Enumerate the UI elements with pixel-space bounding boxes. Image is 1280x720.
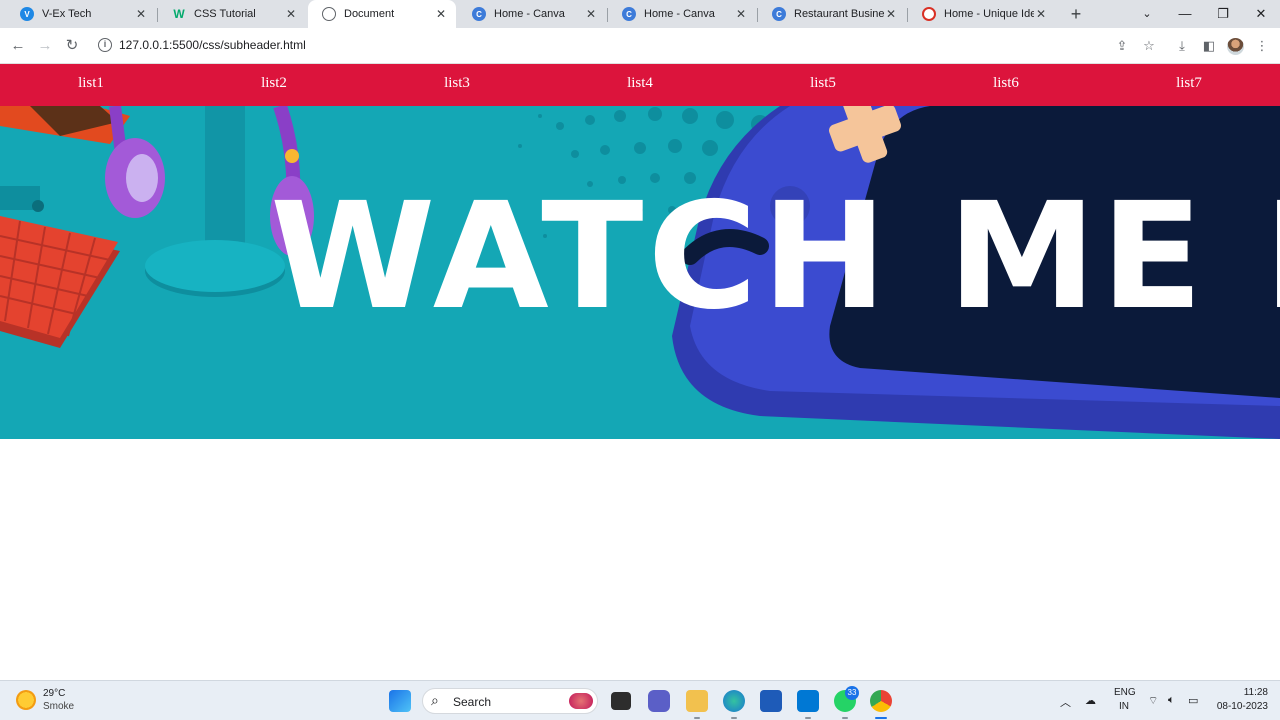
aadhaar-icon	[922, 7, 936, 21]
running-indicator	[731, 717, 737, 719]
nav-item-list1[interactable]: list1	[41, 75, 141, 92]
close-icon[interactable]: ✕	[584, 7, 598, 21]
tab-title: CSS Tutorial	[194, 8, 256, 20]
stand-illustration	[205, 106, 245, 256]
file-explorer-icon[interactable]	[686, 690, 708, 712]
chat-icon[interactable]	[648, 690, 670, 712]
keyboard-illustration	[0, 216, 120, 348]
windows-taskbar: 29°C Smoke ⌕ Search 33 ︿ ☁ ENG IN ⌔ 🔈︎ ▭…	[0, 680, 1280, 720]
cable-plug	[32, 200, 44, 212]
vex-icon: V	[20, 7, 34, 21]
tab-unique-identification[interactable]: Home - Unique Ident ✕	[908, 0, 1056, 28]
weather-description[interactable]: Smoke	[43, 701, 74, 712]
search-label: Search	[453, 695, 492, 709]
task-view-icon[interactable]	[611, 692, 631, 710]
close-icon[interactable]: ✕	[884, 7, 898, 21]
tab-title: Document	[344, 8, 395, 20]
weather-sun-icon[interactable]	[16, 690, 36, 710]
share-icon[interactable]: ⇪	[1112, 36, 1132, 56]
volume-icon[interactable]: 🔈︎	[1168, 694, 1175, 707]
back-arrow-icon[interactable]: ←	[8, 36, 28, 56]
nav-item-list7[interactable]: list7	[1139, 75, 1239, 92]
banner-title: WATCH ME LIVE	[270, 171, 1280, 343]
tab-title: Home - Canva	[644, 8, 715, 20]
language-primary[interactable]: ENG	[1114, 687, 1136, 698]
browser-toolbar: ← → ↻ i 127.0.0.1:5500/css/subheader.htm…	[0, 28, 1280, 64]
canva-icon: C	[772, 7, 786, 21]
edge-icon[interactable]	[723, 690, 745, 712]
site-info-icon[interactable]: i	[98, 38, 112, 52]
wifi-icon[interactable]: ⌔	[1148, 694, 1158, 708]
nav-item-list5[interactable]: list5	[773, 75, 873, 92]
globe-icon	[322, 7, 336, 21]
maximize-icon[interactable]: ❐	[1204, 0, 1242, 28]
tab-restaurant-business[interactable]: C Restaurant Business F ✕	[758, 0, 906, 28]
minimize-icon[interactable]: —	[1166, 0, 1204, 28]
tab-vex-tech[interactable]: V V-Ex Tech ✕	[6, 0, 156, 28]
close-window-icon[interactable]: ✕	[1242, 0, 1280, 28]
tab-search-chevron-icon[interactable]: ⌄	[1128, 0, 1166, 28]
subheader-nav: list1 list2 list3 list4 list5 list6 list…	[0, 64, 1280, 106]
close-icon[interactable]: ✕	[734, 7, 748, 21]
browser-tab-strip: V V-Ex Tech ✕ W CSS Tutorial ✕ Document …	[0, 0, 1280, 28]
running-indicator	[694, 717, 700, 719]
store-icon[interactable]	[760, 690, 782, 712]
close-icon[interactable]: ✕	[434, 7, 448, 21]
running-indicator	[805, 717, 811, 719]
page-viewport: list1 list2 list3 list4 list5 list6 list…	[0, 64, 1280, 680]
close-icon[interactable]: ✕	[284, 7, 298, 21]
bookmark-star-icon[interactable]: ☆	[1139, 36, 1159, 56]
taskbar-search[interactable]: ⌕ Search	[422, 688, 598, 714]
w3schools-icon: W	[173, 7, 185, 21]
vscode-icon[interactable]	[797, 690, 819, 712]
tab-title: Home - Canva	[494, 8, 565, 20]
menu-kebab-icon[interactable]: ⋮	[1252, 36, 1272, 56]
clock-date[interactable]: 08-10-2023	[1212, 701, 1268, 712]
address-bar[interactable]: i 127.0.0.1:5500/css/subheader.html	[90, 32, 1140, 60]
tab-title: V-Ex Tech	[42, 8, 92, 20]
weather-temperature[interactable]: 29°C	[43, 688, 65, 699]
tab-document[interactable]: Document ✕	[308, 0, 456, 28]
search-highlight-icon	[569, 693, 593, 709]
download-icon[interactable]: ⤓	[1172, 36, 1192, 56]
canva-icon: C	[472, 7, 486, 21]
windows-start-icon[interactable]	[389, 690, 411, 712]
active-indicator	[875, 717, 887, 719]
hero-banner: WATCH ME LIVE	[0, 106, 1280, 439]
side-panel-icon[interactable]: ◧	[1199, 36, 1219, 56]
url-text[interactable]: 127.0.0.1:5500/css/subheader.html	[119, 38, 306, 52]
onedrive-cloud-icon[interactable]: ☁	[1085, 694, 1096, 707]
tab-title: Home - Unique Ident	[944, 8, 1034, 20]
forward-arrow-icon[interactable]: →	[35, 36, 55, 56]
profile-avatar[interactable]	[1227, 38, 1244, 55]
new-tab-plus-icon[interactable]: +	[1066, 4, 1086, 24]
chrome-icon[interactable]	[870, 690, 892, 712]
nav-item-list3[interactable]: list3	[407, 75, 507, 92]
tab-css-tutorial[interactable]: W CSS Tutorial ✕	[158, 0, 306, 28]
canva-icon: C	[622, 7, 636, 21]
clock-time[interactable]: 11:28	[1230, 687, 1268, 698]
running-indicator	[842, 717, 848, 719]
language-region[interactable]: IN	[1119, 701, 1129, 712]
tab-home-canva[interactable]: C Home - Canva ✕	[458, 0, 606, 28]
tray-chevron-up-icon[interactable]: ︿	[1060, 694, 1071, 710]
notification-badge: 33	[845, 686, 859, 700]
stand-base-top	[145, 240, 285, 292]
reload-icon[interactable]: ↻	[62, 36, 82, 56]
close-icon[interactable]: ✕	[1034, 7, 1048, 21]
battery-icon[interactable]: ▭	[1188, 694, 1198, 707]
close-icon[interactable]: ✕	[134, 7, 148, 21]
search-icon: ⌕	[431, 692, 439, 708]
nav-item-list2[interactable]: list2	[224, 75, 324, 92]
tab-title: Restaurant Business F	[794, 8, 884, 20]
nav-item-list6[interactable]: list6	[956, 75, 1056, 92]
tab-home-canva-2[interactable]: C Home - Canva ✕	[608, 0, 756, 28]
nav-item-list4[interactable]: list4	[590, 75, 690, 92]
